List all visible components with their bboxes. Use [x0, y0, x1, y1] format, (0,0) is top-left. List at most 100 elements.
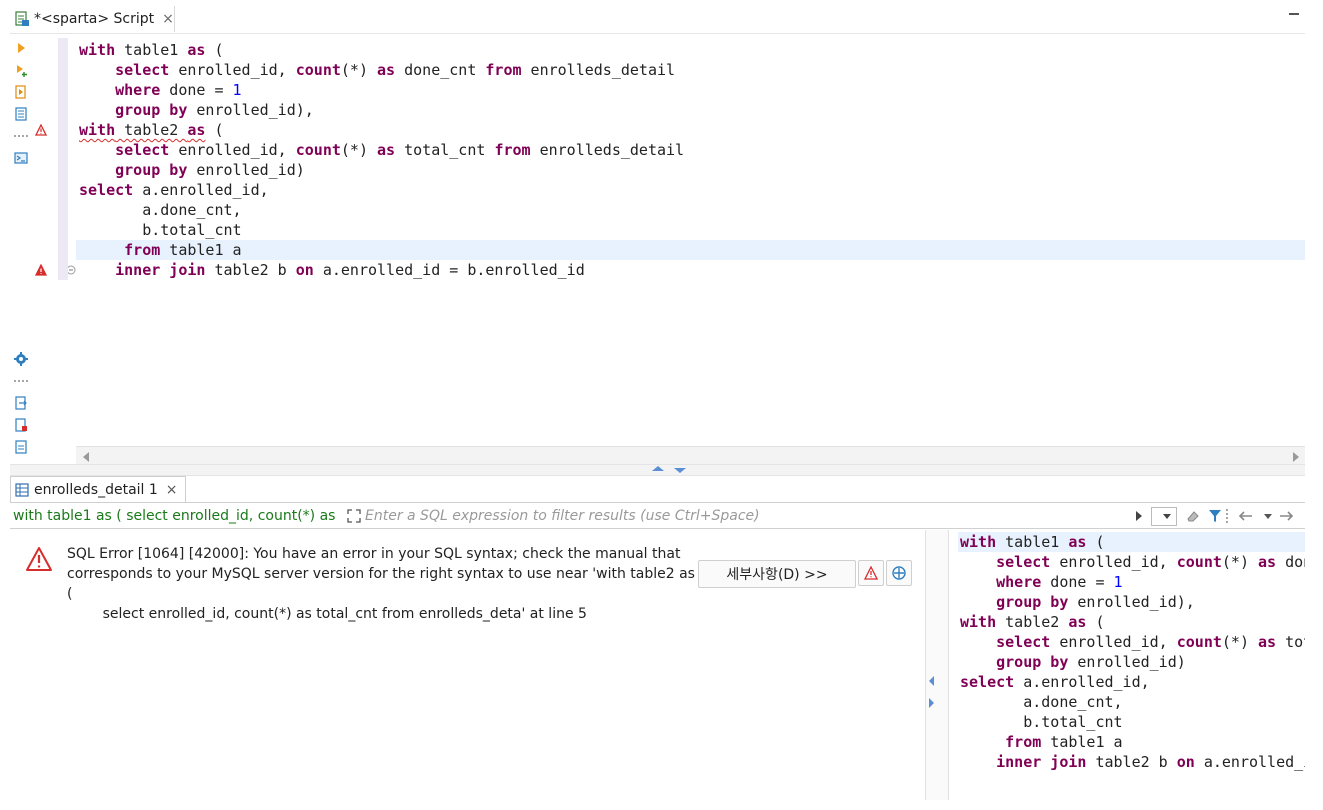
code-line: select enrolled_id, count(*) as done_cnt… [79, 60, 675, 80]
sql-keyword: from [494, 141, 531, 159]
query-line: group by enrolled_id), [960, 592, 1195, 612]
sql-keyword: group by [996, 593, 1069, 611]
scroll-left-icon[interactable] [83, 452, 89, 462]
open-script-icon[interactable] [14, 440, 28, 454]
toolbar-separator [13, 380, 29, 382]
code-line: select a.enrolled_id, [79, 180, 269, 200]
code-line: with table1 as ( [79, 40, 224, 60]
details-button[interactable]: 세부사항(D) >> [698, 560, 856, 588]
sql-keyword: count [1176, 553, 1222, 571]
maximize-results-icon[interactable] [674, 468, 686, 473]
new-script-icon[interactable] [14, 418, 28, 432]
code-token: a.enrolled_id = b.enrolled_id [1203, 753, 1305, 771]
explain-plan-icon[interactable] [14, 107, 28, 121]
code-line: inner join table2 b on a.enrolled_id = b… [79, 260, 585, 280]
code-token: (*) [340, 61, 378, 79]
code-token: table1 a [1041, 733, 1123, 751]
results-tabbar-divider [10, 502, 1305, 503]
sql-keyword: on [1176, 753, 1195, 771]
code-token: table1 a [160, 241, 242, 259]
sql-keyword: as [377, 61, 396, 79]
sql-keyword: from [124, 241, 161, 259]
error-message-line: corresponds to your MySQL server version… [67, 566, 695, 602]
show-error-log-button[interactable] [858, 560, 884, 586]
export-file-icon[interactable] [14, 396, 28, 410]
results-tab-title: enrolleds_detail 1 [34, 482, 158, 498]
clear-filter-eraser-icon[interactable] [1185, 508, 1201, 524]
locate-error-button[interactable] [886, 560, 912, 586]
settings-gear-icon[interactable] [14, 352, 28, 366]
execute-script-icon[interactable] [14, 85, 28, 99]
forward-arrow-icon[interactable] [1278, 509, 1296, 523]
sql-keyword: on [295, 261, 314, 279]
sql-keyword: inner join [996, 753, 1087, 771]
code-line: b.total_cnt [79, 220, 241, 240]
code-token: done_cnt [1285, 553, 1305, 571]
results-tab[interactable]: enrolleds_detail 1 × [10, 476, 186, 503]
filter-history-dropdown[interactable] [1151, 507, 1177, 526]
back-arrow-icon[interactable] [1236, 509, 1254, 523]
current-line-highlight [76, 240, 1305, 260]
sql-keyword: select [115, 61, 170, 79]
error-warning-icon[interactable] [35, 124, 47, 136]
filter-funnel-icon[interactable] [1208, 508, 1222, 524]
sql-keyword: select [996, 553, 1051, 571]
filter-expression-input[interactable]: Enter a SQL expression to filter results… [365, 504, 1125, 528]
crosshair-icon [892, 566, 906, 580]
console-icon[interactable] [14, 151, 28, 165]
error-message-line: SQL Error [1064] [42000]: You have an er… [67, 546, 681, 562]
results-split-divider[interactable] [925, 530, 949, 800]
apply-filter-icon[interactable] [1134, 509, 1144, 523]
error-warning-icon [26, 547, 52, 571]
code-token: enrolled_id), [187, 101, 314, 119]
sql-keyword: with [960, 613, 997, 631]
filter-query-label[interactable]: with table1 as ( select enrolled_id, cou… [10, 504, 340, 528]
execute-new-tab-icon[interactable] [14, 63, 28, 77]
chevron-down-icon[interactable] [1264, 514, 1272, 519]
code-token: a.enrolled_id, [1014, 673, 1150, 691]
minimize-icon[interactable] [1288, 6, 1300, 18]
script-file-icon [15, 11, 29, 26]
sql-keyword: group by [115, 161, 188, 179]
sql-keyword: as [1258, 633, 1277, 651]
scroll-right-icon[interactable] [1293, 452, 1299, 462]
code-token: table1 [115, 41, 188, 59]
code-token: enrolled_id, [169, 141, 296, 159]
code-token: enrolled_id) [1068, 653, 1186, 671]
sql-keyword: inner join [115, 261, 206, 279]
line-ruler [58, 38, 68, 280]
executed-query-panel[interactable]: with table1 as ( select enrolled_id, cou… [958, 530, 1305, 800]
sql-keyword: with [79, 41, 116, 59]
maximize-editor-icon[interactable] [652, 466, 664, 471]
sql-keyword: select [79, 181, 134, 199]
error-warning-icon[interactable] [35, 264, 47, 276]
filter-expand-icon[interactable] [346, 508, 362, 524]
code-token: a.enrolled_id = b.enrolled_id [313, 261, 585, 279]
editor-horizontal-scrollbar[interactable] [76, 446, 1305, 465]
code-token: enrolleds_detail [521, 61, 676, 79]
code-token: a.done_cnt, [79, 201, 242, 219]
code-token: table2 [996, 613, 1069, 631]
collapse-right-icon[interactable] [929, 698, 934, 708]
query-line: inner join table2 b on a.enrolled_id = b… [960, 752, 1305, 772]
sql-keyword: with [79, 121, 116, 139]
collapse-left-icon[interactable] [929, 676, 934, 686]
editor-tab-title: *<sparta> Script [34, 11, 155, 27]
editor-tab[interactable]: *<sparta> Script × [10, 6, 175, 32]
code-token: table2 [115, 121, 188, 139]
editor-tab-close-icon[interactable]: × [162, 11, 174, 27]
results-tab-close-icon[interactable]: × [166, 482, 178, 498]
sql-keyword: count [295, 61, 341, 79]
error-message: SQL Error [1064] [42000]: You have an er… [67, 544, 697, 624]
execute-statement-icon[interactable] [14, 41, 28, 55]
panel-sash[interactable] [10, 464, 1305, 476]
error-panel: SQL Error [1064] [42000]: You have an er… [10, 530, 925, 800]
sql-keyword: as [187, 121, 206, 139]
